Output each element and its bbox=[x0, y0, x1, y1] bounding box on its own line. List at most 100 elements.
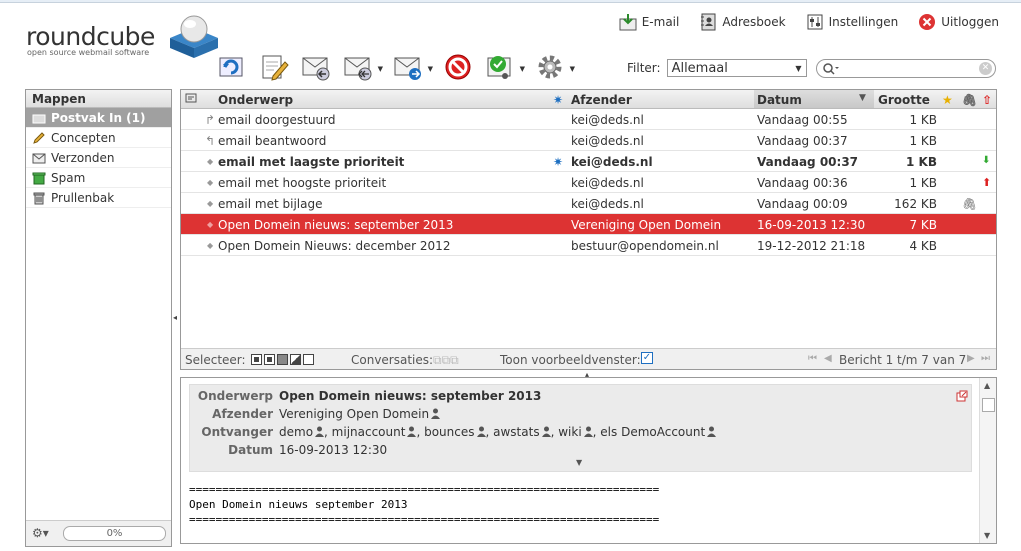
next-page-icon[interactable]: ▶ bbox=[967, 353, 975, 364]
attachment-column-icon[interactable]: 🖇 bbox=[962, 93, 977, 107]
to-recipient[interactable]: awstats bbox=[493, 425, 539, 439]
nav-logout-label: Uitloggen bbox=[941, 15, 999, 29]
nav-addressbook-label: Adresboek bbox=[722, 15, 786, 29]
column-from[interactable]: Afzender bbox=[571, 93, 632, 107]
trash-icon bbox=[33, 192, 45, 204]
from-value[interactable]: Vereniging Open Domein bbox=[279, 407, 429, 421]
open-in-window-icon[interactable] bbox=[956, 390, 968, 402]
row-date: Vandaag 00:37 bbox=[757, 134, 848, 148]
folder-spam[interactable]: Spam bbox=[26, 168, 171, 188]
nav-logout[interactable]: Uitloggen bbox=[918, 13, 999, 31]
nav-settings[interactable]: Instellingen bbox=[806, 13, 898, 31]
list-options-icon[interactable] bbox=[185, 92, 197, 107]
row-subject: Open Domein nieuws: september 2013 bbox=[218, 218, 454, 232]
contact-icon[interactable] bbox=[431, 408, 441, 419]
roundcube-logo[interactable]: roundcube open source webmail software bbox=[26, 14, 218, 64]
column-size[interactable]: Grootte bbox=[878, 93, 930, 107]
row-from: kei@deds.nl bbox=[571, 113, 644, 127]
gear-icon bbox=[538, 55, 562, 79]
select-unread-icon[interactable] bbox=[277, 354, 288, 365]
folder-label: Concepten bbox=[51, 130, 116, 145]
chevron-down-icon[interactable]: ▼ bbox=[428, 65, 433, 73]
to-recipient[interactable]: bounces bbox=[424, 425, 474, 439]
nav-email[interactable]: E-mail bbox=[619, 13, 679, 31]
unread-star-icon: ✷ bbox=[553, 93, 564, 107]
compose-button[interactable] bbox=[257, 50, 291, 84]
column-subject[interactable]: Onderwerp bbox=[218, 93, 293, 107]
reply-button[interactable] bbox=[299, 50, 333, 84]
scroll-up-icon[interactable]: ▲ bbox=[984, 381, 990, 390]
folder-label: Postvak In (1) bbox=[51, 110, 146, 125]
scroll-thumb[interactable] bbox=[982, 398, 995, 412]
search-icon[interactable] bbox=[822, 62, 840, 76]
table-row[interactable]: ↱ email doorgestuurd kei@deds.nl Vandaag… bbox=[181, 109, 996, 130]
clear-search-icon[interactable]: ✕ bbox=[979, 62, 992, 75]
folder-label: Verzonden bbox=[51, 150, 115, 165]
folder-drafts[interactable]: Concepten bbox=[26, 128, 171, 148]
scroll-down-icon[interactable]: ▼ bbox=[984, 531, 990, 540]
folder-actions-gear-icon[interactable]: ⚙▾ bbox=[32, 526, 49, 540]
select-all-icon[interactable] bbox=[251, 354, 262, 365]
to-recipient[interactable]: els DemoAccount bbox=[600, 425, 705, 439]
flag-column-star-icon[interactable]: ★ bbox=[942, 93, 953, 107]
folder-sent[interactable]: Verzonden bbox=[26, 148, 171, 168]
contact-icon[interactable] bbox=[407, 426, 417, 437]
row-subject: email beantwoord bbox=[218, 134, 327, 148]
pencil-icon bbox=[33, 131, 45, 144]
thread-toggle-icons[interactable]: ⧉⧉⧉ bbox=[433, 353, 459, 368]
contact-icon[interactable] bbox=[541, 426, 551, 437]
table-row[interactable]: ◆ email met hoogste prioriteit kei@deds.… bbox=[181, 172, 996, 193]
contact-icon[interactable] bbox=[707, 426, 717, 437]
reply-all-button[interactable]: ▼ bbox=[341, 50, 383, 84]
list-header: Onderwerp ✷ Afzender Datum ▼ Grootte ★ 🖇… bbox=[181, 90, 996, 109]
sort-desc-icon: ▼ bbox=[859, 93, 866, 103]
mark-button[interactable]: ▼ bbox=[483, 50, 525, 84]
table-row[interactable]: ◆ email met laagste prioriteit ✷ kei@ded… bbox=[181, 151, 996, 172]
folder-trash[interactable]: Prullenbak bbox=[26, 188, 171, 208]
chevron-down-icon[interactable]: ▼ bbox=[520, 65, 525, 73]
high-priority-icon: ⬆ bbox=[982, 176, 992, 189]
contact-icon[interactable] bbox=[476, 426, 486, 437]
search-input[interactable]: ✕ bbox=[816, 59, 996, 78]
row-size: 7 KB bbox=[909, 218, 937, 232]
filter-select[interactable]: Allemaal ▼ bbox=[666, 59, 807, 77]
table-row[interactable]: ↰ email beantwoord kei@deds.nl Vandaag 0… bbox=[181, 130, 996, 151]
unread-icon[interactable]: ✷ bbox=[553, 155, 563, 169]
nav-addressbook[interactable]: Adresboek bbox=[699, 13, 786, 31]
prev-page-icon[interactable]: ◀ bbox=[824, 353, 832, 364]
check-mail-button[interactable] bbox=[215, 50, 249, 84]
last-page-icon[interactable]: ⏭ bbox=[981, 353, 990, 364]
table-row[interactable]: ◆ email met bijlage kei@deds.nl Vandaag … bbox=[181, 193, 996, 214]
table-row[interactable]: ◆ Open Domein nieuws: september 2013 Ver… bbox=[181, 214, 996, 235]
chevron-down-icon[interactable]: ▼ bbox=[378, 65, 383, 73]
body-line: ========================================… bbox=[189, 483, 660, 496]
to-recipient[interactable]: mijnaccount bbox=[332, 425, 406, 439]
threads-label: Conversaties: bbox=[351, 353, 434, 367]
first-page-icon[interactable]: ⏮ bbox=[808, 353, 817, 364]
folder-splitter-handle[interactable]: ◂ bbox=[173, 313, 177, 322]
to-recipient[interactable]: wiki bbox=[558, 425, 581, 439]
contact-icon[interactable] bbox=[315, 426, 325, 437]
delete-button[interactable] bbox=[441, 50, 475, 84]
select-invert-icon[interactable] bbox=[290, 354, 301, 365]
top-border bbox=[0, 0, 1021, 3]
chevron-down-icon[interactable]: ▼ bbox=[570, 65, 575, 73]
filter-value: Allemaal bbox=[671, 60, 728, 76]
folder-inbox[interactable]: Postvak In (1) bbox=[26, 108, 171, 128]
row-date: 19-12-2012 21:18 bbox=[757, 239, 866, 253]
expand-headers-icon[interactable]: ▼ bbox=[576, 458, 582, 467]
contact-icon[interactable] bbox=[583, 426, 593, 437]
preview-checkbox[interactable]: ✓ bbox=[641, 352, 653, 364]
forward-button[interactable]: ▼ bbox=[391, 50, 433, 84]
preview-scrollbar[interactable]: ▲ ▼ bbox=[979, 378, 996, 543]
settings-icon bbox=[807, 14, 823, 30]
column-date[interactable]: Datum bbox=[757, 93, 802, 107]
select-none-icon[interactable] bbox=[303, 354, 314, 365]
forward-icon bbox=[394, 57, 421, 80]
priority-column-icon[interactable]: ⇧ bbox=[982, 93, 992, 107]
select-page-icon[interactable] bbox=[264, 354, 275, 365]
to-recipient[interactable]: demo bbox=[279, 425, 313, 439]
more-actions-button[interactable]: ▼ bbox=[533, 50, 575, 84]
quota-meter: 0% bbox=[63, 526, 166, 541]
table-row[interactable]: ◆ Open Domein Nieuws: december 2012 best… bbox=[181, 235, 996, 256]
